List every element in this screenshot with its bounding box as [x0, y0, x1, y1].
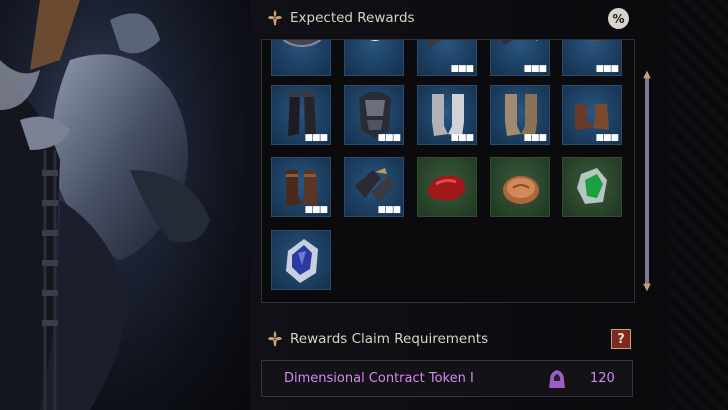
- expected-rewards-header: Expected Rewards: [266, 9, 415, 27]
- slot-count: ■■■: [450, 64, 473, 74]
- blue-crystal-icon: [286, 239, 318, 283]
- slot-count: ■■■: [304, 133, 327, 143]
- dagger-item[interactable]: ■■■: [562, 40, 622, 76]
- scroll-bottom-icon: ▼: [643, 282, 651, 293]
- leather-boots-item[interactable]: ■■■: [271, 157, 331, 217]
- emblem-icon: [282, 40, 322, 47]
- red-gem-item[interactable]: [417, 157, 477, 217]
- character-artwork: [0, 0, 250, 410]
- requirement-item-name: Dimensional Contract Token I: [284, 371, 474, 386]
- hooded-figure-icon: [549, 370, 565, 388]
- requirements-title: Rewards Claim Requirements: [290, 331, 489, 347]
- leather-shoes-item[interactable]: ■■■: [562, 85, 622, 145]
- crossbow-item[interactable]: ■■■: [417, 40, 477, 76]
- expected-rewards-title: Expected Rewards: [290, 10, 415, 26]
- scrollbar[interactable]: [645, 74, 649, 288]
- green-crystal-item[interactable]: [562, 157, 622, 217]
- orb-icon: [370, 40, 380, 41]
- slot-count: ■■■: [523, 64, 546, 74]
- slot-count: ■■■: [377, 133, 400, 143]
- chest-armor-item[interactable]: ■■■: [344, 85, 404, 145]
- slot-count: ■■■: [595, 64, 618, 74]
- requirement-quantity: 120: [590, 371, 615, 386]
- blue-crystal-item[interactable]: [271, 230, 331, 290]
- red-gem-icon: [427, 175, 465, 201]
- slot-count: ■■■: [450, 133, 473, 143]
- rewards-grid: ■■■ ■■■ ■■■ ■■■ ■■■ ■■■ ■■■ ■■■ ■■■ ■■■: [261, 39, 635, 303]
- slot-count: ■■■: [595, 133, 618, 143]
- fleur-icon: [267, 330, 283, 347]
- drop-rate-button[interactable]: %: [608, 8, 629, 29]
- scroll-top-icon: ▲: [643, 69, 651, 80]
- fleur-icon: [267, 9, 283, 26]
- bronze-coin-item[interactable]: [490, 157, 550, 217]
- bronze-coin-icon: [503, 176, 539, 204]
- green-crystal-icon: [577, 168, 607, 204]
- dark-leggings-item[interactable]: ■■■: [271, 85, 331, 145]
- requirement-row[interactable]: Dimensional Contract Token I 120: [261, 360, 633, 397]
- help-button[interactable]: ?: [611, 329, 631, 349]
- gauntlets-item[interactable]: ■■■: [344, 157, 404, 217]
- bow-item[interactable]: ■■■: [490, 40, 550, 76]
- slot-count: ■■■: [377, 205, 400, 215]
- orb-item[interactable]: [344, 40, 404, 76]
- emblem-item[interactable]: [271, 40, 331, 76]
- slot-count: ■■■: [304, 205, 327, 215]
- slot-count: ■■■: [523, 133, 546, 143]
- brown-boots-item[interactable]: ■■■: [490, 85, 550, 145]
- white-boots-item[interactable]: ■■■: [417, 85, 477, 145]
- requirements-header: Rewards Claim Requirements: [266, 330, 488, 348]
